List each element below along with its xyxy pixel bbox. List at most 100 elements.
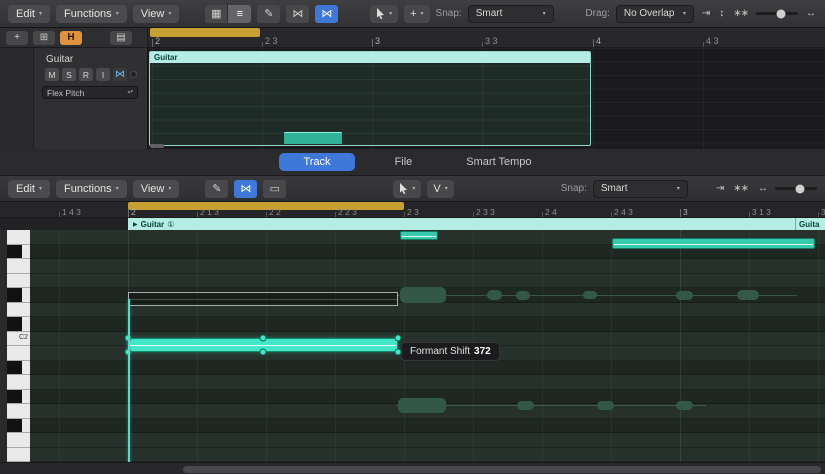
- catch-playhead-icon[interactable]: ⇥: [714, 183, 725, 194]
- ruler-tick[interactable]: 2 2: [266, 207, 281, 217]
- piano-key-white[interactable]: [7, 274, 30, 289]
- note-handle[interactable]: [395, 335, 402, 342]
- ruler-tick[interactable]: 3: [372, 36, 380, 46]
- editor-view-menu-button[interactable]: View ▾: [133, 180, 180, 198]
- grid-row[interactable]: [30, 433, 825, 448]
- piano-key-black[interactable]: [7, 419, 30, 434]
- zoom-slider[interactable]: [756, 12, 798, 15]
- piano-key-white[interactable]: [7, 303, 30, 318]
- piano-key-white[interactable]: [7, 230, 30, 245]
- main-ruler[interactable]: 22 333 344 3: [148, 28, 825, 48]
- piano-key-white[interactable]: [7, 404, 30, 419]
- editor-pointer-tool-selector[interactable]: ▾: [393, 180, 421, 198]
- flex-pitch-note[interactable]: [400, 231, 438, 240]
- view-menu-button[interactable]: View ▾: [133, 5, 180, 23]
- editor-functions-menu-button[interactable]: Functions ▾: [56, 180, 127, 198]
- cycle-region[interactable]: [150, 28, 260, 37]
- editor-edit-menu-button[interactable]: Edit ▾: [8, 180, 50, 198]
- zoom-slider-knob[interactable]: [777, 9, 786, 18]
- region-header[interactable]: Guitar: [150, 52, 590, 63]
- flex-icon[interactable]: ⋈: [286, 5, 309, 23]
- waveform-zoom-icon[interactable]: ∗∗: [731, 183, 750, 194]
- piano-key-white[interactable]: [7, 375, 30, 390]
- flex-pitch-note[interactable]: [612, 238, 815, 249]
- piano-key-white[interactable]: [7, 259, 30, 274]
- editor-region-strip[interactable]: ▶ Guitar ① Guita: [128, 218, 825, 230]
- marquee-tool-icon[interactable]: ▭: [263, 180, 286, 198]
- solo-button[interactable]: S: [62, 68, 76, 81]
- grid-row[interactable]: [30, 375, 825, 390]
- ruler-tick[interactable]: 2 4: [542, 207, 557, 217]
- editor-snap-dropdown[interactable]: Smart ▾: [593, 180, 688, 198]
- piano-key-black[interactable]: [7, 245, 30, 260]
- tab-file[interactable]: File: [381, 153, 427, 171]
- add-track-button[interactable]: +: [6, 31, 28, 45]
- library-panel-icon[interactable]: ▤: [110, 31, 132, 45]
- piano-key-black[interactable]: [7, 361, 30, 376]
- automation-icon[interactable]: ✎: [205, 180, 228, 198]
- snap-dropdown[interactable]: Smart ▾: [468, 5, 554, 23]
- grid-row[interactable]: [30, 448, 825, 463]
- piano-key-black[interactable]: [7, 390, 30, 405]
- scrollbar-thumb[interactable]: [183, 466, 821, 473]
- grid-row[interactable]: [30, 259, 825, 274]
- audio-region[interactable]: Guitar: [149, 51, 591, 146]
- grid-row[interactable]: [30, 361, 825, 376]
- piano-key-black[interactable]: [7, 288, 30, 303]
- automation-icon[interactable]: ✎: [257, 5, 280, 23]
- audio-segment-outline[interactable]: [128, 292, 398, 306]
- ruler-tick[interactable]: 2 1 3: [197, 207, 219, 217]
- hold-button[interactable]: H: [60, 31, 82, 45]
- ruler-tick[interactable]: 4 3: [703, 36, 719, 46]
- tab-smart-tempo[interactable]: Smart Tempo: [452, 153, 545, 171]
- ruler-tick[interactable]: 3: [818, 207, 825, 217]
- vertical-auto-zoom-icon[interactable]: ↕: [717, 8, 725, 19]
- grid-row[interactable]: [30, 317, 825, 332]
- horizontal-zoom-icon[interactable]: ↔: [804, 8, 817, 19]
- editor-zoom-slider-knob[interactable]: [796, 184, 805, 193]
- ruler-tick[interactable]: 2: [128, 207, 136, 217]
- edit-menu-button[interactable]: Edit ▾: [8, 5, 50, 23]
- piano-keyboard[interactable]: C2: [7, 230, 30, 462]
- waveform-zoom-icon[interactable]: ∗∗: [731, 8, 750, 19]
- tab-track[interactable]: Track: [279, 153, 354, 171]
- piano-key-white[interactable]: C2: [7, 332, 30, 347]
- editor-zoom-slider[interactable]: [775, 187, 817, 190]
- ruler-tick[interactable]: 2 3: [404, 207, 419, 217]
- track-lane[interactable]: Guitar: [148, 48, 825, 149]
- flex-pitch-toggle-icon[interactable]: ⋈: [315, 5, 338, 23]
- note-handle[interactable]: [260, 349, 267, 356]
- ruler-tick[interactable]: 3: [680, 207, 688, 217]
- flex-mode-dropdown[interactable]: Flex Pitch ▴▾: [42, 86, 138, 99]
- track-flex-icon[interactable]: ⋈: [113, 68, 127, 81]
- piano-key-white[interactable]: [7, 448, 30, 463]
- piano-key-white[interactable]: [7, 433, 30, 448]
- drag-dropdown[interactable]: No Overlap ▾: [616, 5, 694, 23]
- flex-note-clip[interactable]: [284, 132, 342, 144]
- ruler-tick[interactable]: 2 3: [262, 36, 278, 46]
- flex-pitch-toggle-icon[interactable]: ⋈: [234, 180, 257, 198]
- grid-row[interactable]: [30, 274, 825, 289]
- track-name[interactable]: Guitar: [46, 54, 73, 65]
- catch-playhead-icon[interactable]: ⇥: [700, 8, 711, 19]
- disclosure-icon[interactable]: ▶: [133, 221, 138, 228]
- secondary-tool-selector[interactable]: + ▾: [404, 5, 429, 23]
- ruler-tick[interactable]: 3 1 3: [749, 207, 771, 217]
- grid-view-icon[interactable]: ▦: [205, 5, 228, 23]
- record-enable-button[interactable]: R: [79, 68, 93, 81]
- ruler-tick[interactable]: 2 4 3: [611, 207, 633, 217]
- piano-key-white[interactable]: [7, 346, 30, 361]
- horizontal-scrollbar[interactable]: [0, 462, 825, 474]
- note-handle[interactable]: [260, 335, 267, 342]
- functions-menu-button[interactable]: Functions ▾: [56, 5, 127, 23]
- mute-button[interactable]: M: [45, 68, 59, 81]
- ruler-tick[interactable]: 2 3 3: [473, 207, 495, 217]
- track-header[interactable]: Guitar M S R I ⋈ Flex Pitch ▴▾: [0, 48, 148, 149]
- lanes-view-icon[interactable]: ≡: [228, 5, 251, 23]
- ruler-tick[interactable]: 3 3: [482, 36, 498, 46]
- editor-ruler[interactable]: 1 4 3 2 2 1 3 2 2 2 2 3 2 3 2 3 3 2 4 2 4 3 3 3 1 …: [0, 202, 825, 218]
- input-monitor-button[interactable]: I: [96, 68, 110, 81]
- ruler-tick[interactable]: 2 2 3: [335, 207, 357, 217]
- pointer-tool-selector[interactable]: ▾: [370, 5, 398, 23]
- ruler-tick[interactable]: 1 4 3: [59, 207, 81, 217]
